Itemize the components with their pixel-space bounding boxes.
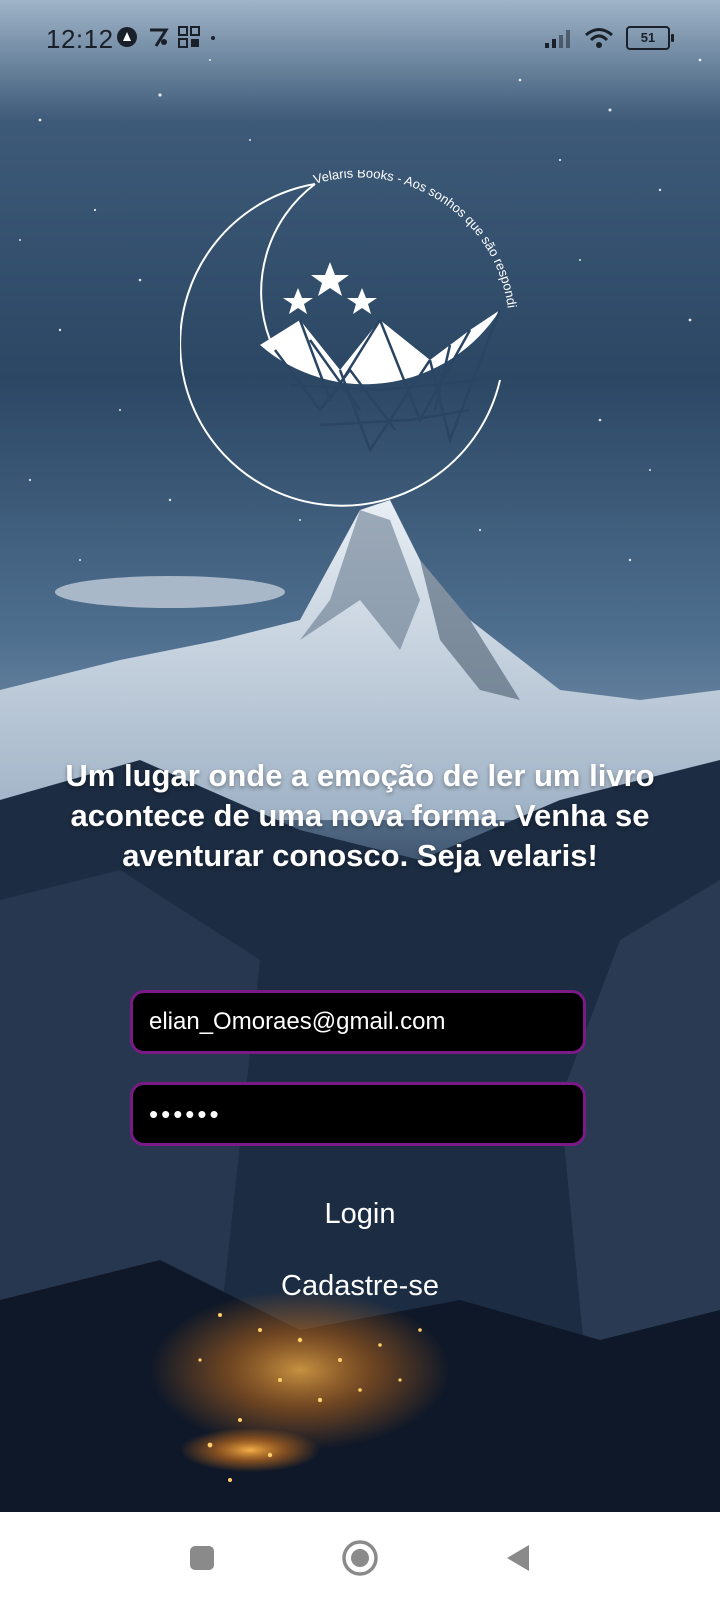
battery-icon: 51 [626,26,674,50]
tagline-text: Um lugar onde a emoção de ler um livro a… [65,758,655,873]
signal-icon [545,30,570,48]
home-button[interactable] [332,1530,388,1586]
grid-notification-icon [178,26,200,48]
home-icon [342,1540,378,1576]
login-screen: 12:12 51 Velaris Books - Aos sonhos que … [0,0,720,1600]
recent-apps-icon [190,1546,214,1570]
velaris-books-logo: Velaris Books - Aos sonhos que são respo… [180,170,520,507]
back-icon [507,1545,529,1571]
login-button[interactable]: Login [160,1184,560,1244]
signup-button[interactable]: Cadastre-se [160,1256,560,1316]
system-status-icons: 51 [544,26,674,50]
dot-icon [211,36,215,40]
email-input[interactable] [130,990,586,1054]
recent-apps-button[interactable] [174,1530,230,1586]
password-input[interactable] [130,1082,586,1146]
navigation-bar [0,1512,720,1600]
wifi-icon [585,28,613,48]
status-time: 12:12 [46,24,114,54]
svg-text:Velaris Books - Aos sonhos que: Velaris Books - Aos sonhos que são respo… [180,170,520,309]
percent-notification-icon [150,28,169,47]
app-notification-icon [117,27,137,47]
logo-arc-text: Velaris Books - Aos sonhos que são respo… [180,170,520,309]
status-bar: 12:12 51 [0,0,720,80]
back-button[interactable] [490,1530,546,1586]
notification-icons [116,26,218,48]
